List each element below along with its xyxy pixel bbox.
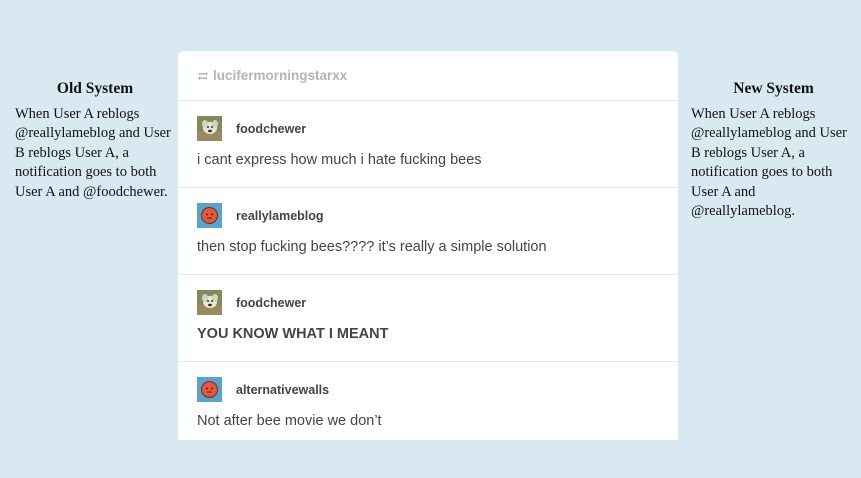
post-author: alternativewalls [197, 377, 329, 402]
post-entry: alternativewalls Not after bee movie we … [178, 362, 678, 440]
username-link[interactable]: foodchewer [236, 122, 306, 136]
old-system-title: Old System [56, 80, 134, 97]
reblog-thread-card: lucifermorningstarxx foodchewer i cant e… [178, 51, 678, 440]
post-author: reallylameblog [197, 203, 324, 228]
post-entry: foodchewer i cant express how much i hat… [178, 101, 678, 188]
post-text: YOU KNOW WHAT I MEANT [197, 326, 389, 342]
orange-face-avatar-icon[interactable] [197, 377, 222, 402]
new-system-title: New System [733, 80, 814, 97]
new-system-panel: New System When User A reblogs @reallyla… [691, 80, 856, 221]
dog-avatar-icon[interactable] [197, 116, 222, 141]
new-system-text: When User A reblogs @reallylameblog and … [691, 106, 847, 220]
post-entry: reallylameblog then stop fucking bees???… [178, 188, 678, 275]
post-author: foodchewer [197, 116, 306, 141]
username-link[interactable]: reallylameblog [236, 209, 324, 223]
card-header: lucifermorningstarxx [178, 51, 678, 101]
old-system-text: When User A reblogs @reallylameblog and … [15, 106, 171, 200]
post-author: foodchewer [197, 290, 306, 315]
orange-face-avatar-icon[interactable] [197, 203, 222, 228]
username-link[interactable]: foodchewer [236, 296, 306, 310]
dog-avatar-icon[interactable] [197, 290, 222, 315]
post-text: then stop fucking bees???? it’s really a… [197, 239, 547, 255]
header-username-link[interactable]: lucifermorningstarxx [213, 68, 347, 83]
old-system-panel: Old System When User A reblogs @reallyla… [15, 80, 175, 202]
post-entry: foodchewer YOU KNOW WHAT I MEANT [178, 275, 678, 362]
username-link[interactable]: alternativewalls [236, 383, 329, 397]
reblog-icon [198, 71, 208, 80]
post-text: Not after bee movie we don’t [197, 413, 382, 429]
post-text: i cant express how much i hate fucking b… [197, 152, 482, 168]
